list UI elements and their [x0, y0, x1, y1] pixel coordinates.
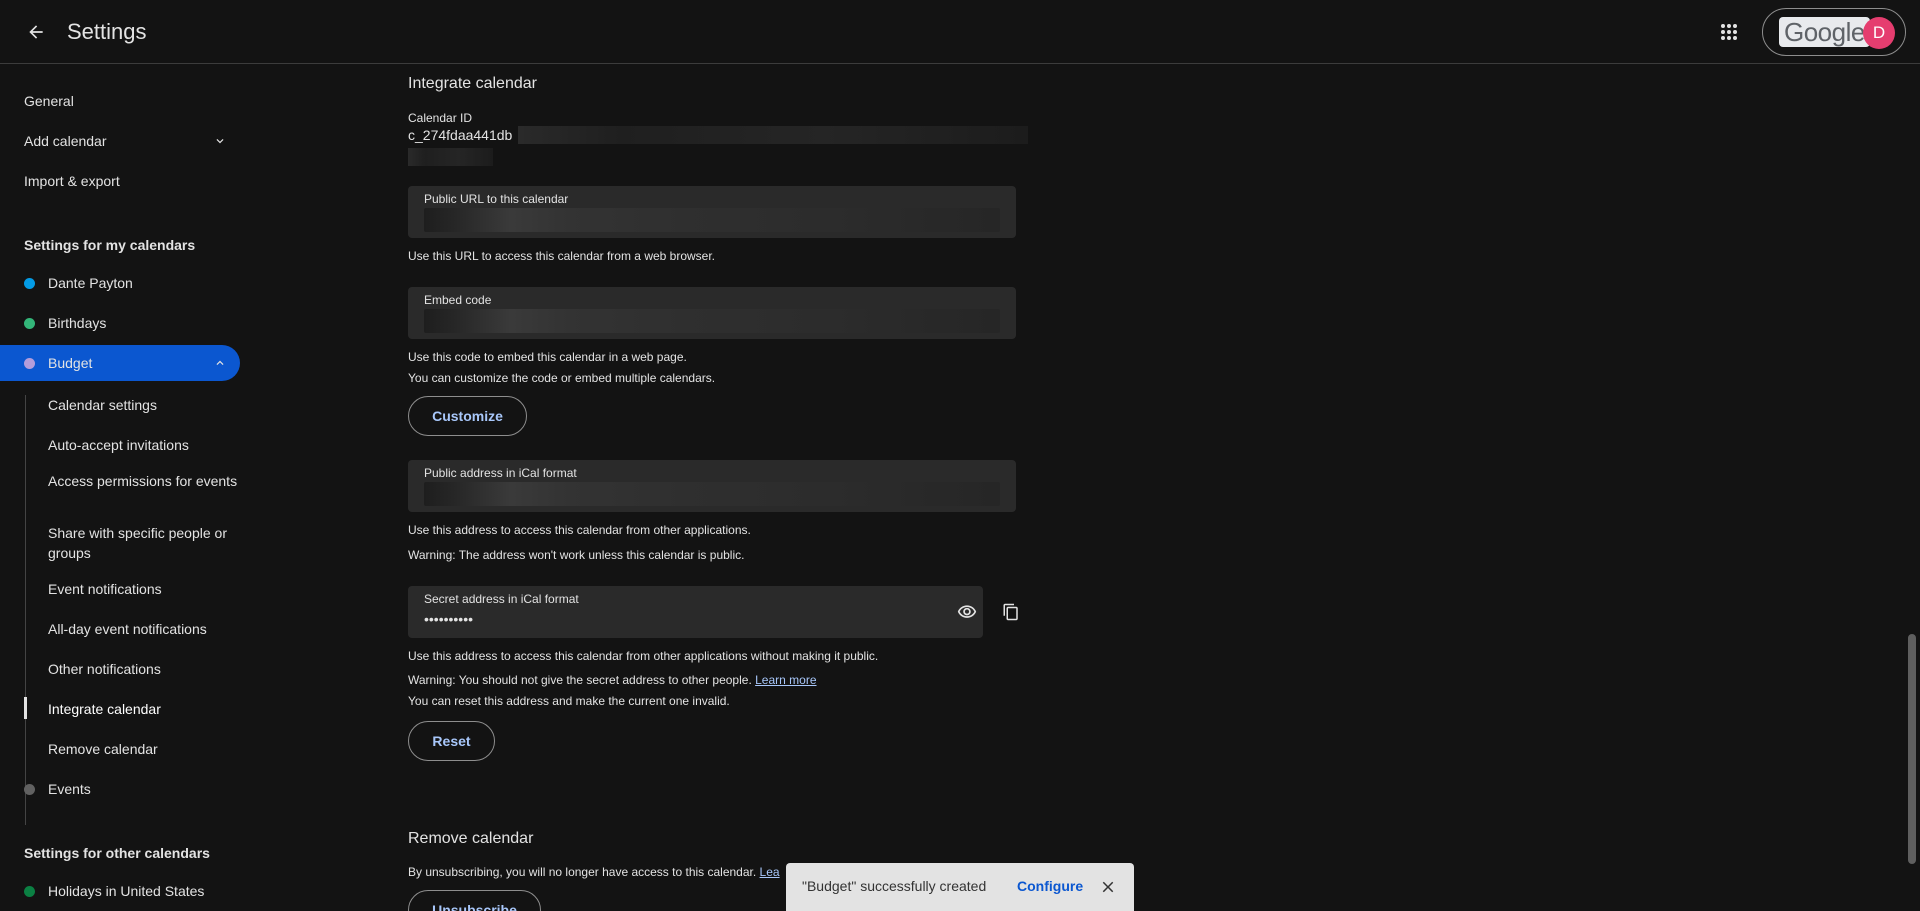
- redacted-id-strip: [518, 126, 1028, 144]
- public-url-hint: Use this URL to access this calendar fro…: [408, 249, 716, 263]
- embed-hint-1: Use this code to embed this calendar in …: [408, 350, 687, 364]
- calendar-name: Budget: [48, 355, 93, 371]
- calendar-id-value[interactable]: c_274fdaa441db: [408, 127, 512, 143]
- secret-hint-1: Use this address to access this calendar…: [408, 649, 879, 663]
- show-secret-eye-icon[interactable]: [951, 596, 983, 628]
- sub-item-integrate-calendar[interactable]: Integrate calendar: [48, 699, 238, 719]
- copy-icon[interactable]: [995, 596, 1027, 628]
- reset-button[interactable]: Reset: [408, 721, 495, 761]
- avatar[interactable]: D: [1863, 17, 1895, 49]
- calendar-color-dot: [24, 358, 35, 369]
- apps-grid-icon[interactable]: [1713, 16, 1745, 48]
- settings-main: Integrate calendar Calendar ID c_274fdaa…: [408, 64, 1888, 911]
- chevron-down-icon: [208, 129, 232, 153]
- field-label: Embed code: [424, 293, 492, 307]
- calendar-id-label: Calendar ID: [408, 111, 473, 125]
- calendar-name: Events: [48, 781, 91, 797]
- integrate-calendar-title: Integrate calendar: [408, 75, 537, 92]
- sidebar-item-import-export[interactable]: Import & export: [0, 163, 240, 199]
- redacted-value: [424, 482, 1000, 506]
- account-switcher[interactable]: Google D: [1762, 8, 1906, 56]
- sidebar-calendar-birthdays[interactable]: Birthdays: [0, 305, 240, 341]
- sub-item-auto-accept[interactable]: Auto-accept invitations: [48, 435, 238, 455]
- sub-item-remove-calendar[interactable]: Remove calendar: [48, 739, 238, 759]
- snackbar-message: "Budget" successfully created: [802, 878, 987, 894]
- learn-more-link[interactable]: Learn more: [755, 673, 816, 687]
- redacted-value: [424, 208, 1000, 232]
- back-arrow-icon[interactable]: [20, 16, 52, 48]
- sidebar-item-label: General: [24, 93, 74, 109]
- calendar-color-dot: [24, 886, 35, 897]
- calendar-color-dot: [24, 784, 35, 795]
- customize-button[interactable]: Customize: [408, 396, 527, 436]
- ical-public-field[interactable]: Public address in iCal format: [408, 460, 1016, 512]
- page-title: Settings: [67, 19, 147, 44]
- calendar-name: Holidays in United States: [48, 883, 205, 899]
- calendar-name: Birthdays: [48, 315, 107, 331]
- secret-hint-3: You can reset this address and make the …: [408, 694, 730, 708]
- top-app-bar: Settings Google D: [0, 0, 1920, 64]
- sub-item-calendar-settings[interactable]: Calendar settings: [48, 395, 238, 415]
- remove-hint: By unsubscribing, you will no longer hav…: [408, 865, 780, 879]
- ical-public-hint-2: Warning: The address won't work unless t…: [408, 548, 745, 562]
- redacted-value: [424, 309, 1000, 333]
- ical-secret-field[interactable]: Secret address in iCal format ••••••••••: [408, 586, 983, 638]
- public-url-field[interactable]: Public URL to this calendar: [408, 186, 1016, 238]
- my-calendars-heading: Settings for my calendars: [24, 237, 196, 253]
- secret-hint-2: Warning: You should not give the secret …: [408, 673, 817, 687]
- sub-item-other-notifications[interactable]: Other notifications: [48, 659, 238, 679]
- embed-hint-2: You can customize the code or embed mult…: [408, 371, 716, 385]
- sidebar-item-general[interactable]: General: [0, 83, 240, 119]
- embed-code-field[interactable]: Embed code: [408, 287, 1016, 339]
- calendar-name: Dante Payton: [48, 275, 133, 291]
- remove-learn-more-link[interactable]: Lea: [760, 865, 780, 879]
- secret-warning-text: Warning: You should not give the secret …: [408, 673, 752, 687]
- calendar-color-dot: [24, 318, 35, 329]
- unsubscribe-button[interactable]: Unsubscribe: [408, 890, 541, 911]
- vertical-scrollbar[interactable]: [1908, 634, 1916, 864]
- sub-item-access-permissions[interactable]: Access permissions for events: [48, 471, 238, 491]
- sidebar-calendar-events[interactable]: Events: [0, 771, 240, 807]
- field-label: Public address in iCal format: [424, 466, 577, 480]
- sub-item-event-notifications[interactable]: Event notifications: [48, 579, 238, 599]
- remove-hint-text: By unsubscribing, you will no longer hav…: [408, 865, 757, 879]
- redacted-id-strip: [408, 148, 493, 166]
- field-label: Public URL to this calendar: [424, 192, 569, 206]
- google-logo: Google: [1779, 17, 1870, 47]
- sidebar-calendar-budget[interactable]: Budget: [0, 345, 240, 381]
- ical-public-hint-1: Use this address to access this calendar…: [408, 523, 751, 537]
- close-icon[interactable]: [1096, 875, 1120, 899]
- sidebar-item-label: Add calendar: [24, 133, 107, 149]
- sub-nav-guide-line: [25, 395, 26, 825]
- sidebar-calendar-holidays[interactable]: Holidays in United States: [0, 873, 240, 909]
- field-label: Secret address in iCal format: [424, 592, 579, 606]
- sub-item-share-specific[interactable]: Share with specific people or groups: [48, 523, 238, 563]
- sidebar-calendar-dante-payton[interactable]: Dante Payton: [0, 265, 240, 301]
- sidebar-item-label: Import & export: [24, 173, 120, 189]
- sidebar-item-add-calendar[interactable]: Add calendar: [0, 123, 240, 159]
- calendar-color-dot: [24, 278, 35, 289]
- secret-value-masked: ••••••••••: [424, 611, 474, 627]
- snackbar: "Budget" successfully created Configure: [786, 863, 1134, 911]
- remove-calendar-title: Remove calendar: [408, 830, 534, 847]
- current-section-marker: [24, 697, 27, 719]
- sub-item-all-day-notifications[interactable]: All-day event notifications: [48, 619, 238, 639]
- other-calendars-heading: Settings for other calendars: [24, 845, 210, 861]
- snackbar-configure-button[interactable]: Configure: [1017, 878, 1083, 894]
- settings-sidebar: General Add calendar Import & export Set…: [0, 64, 250, 911]
- chevron-up-icon: [208, 351, 232, 375]
